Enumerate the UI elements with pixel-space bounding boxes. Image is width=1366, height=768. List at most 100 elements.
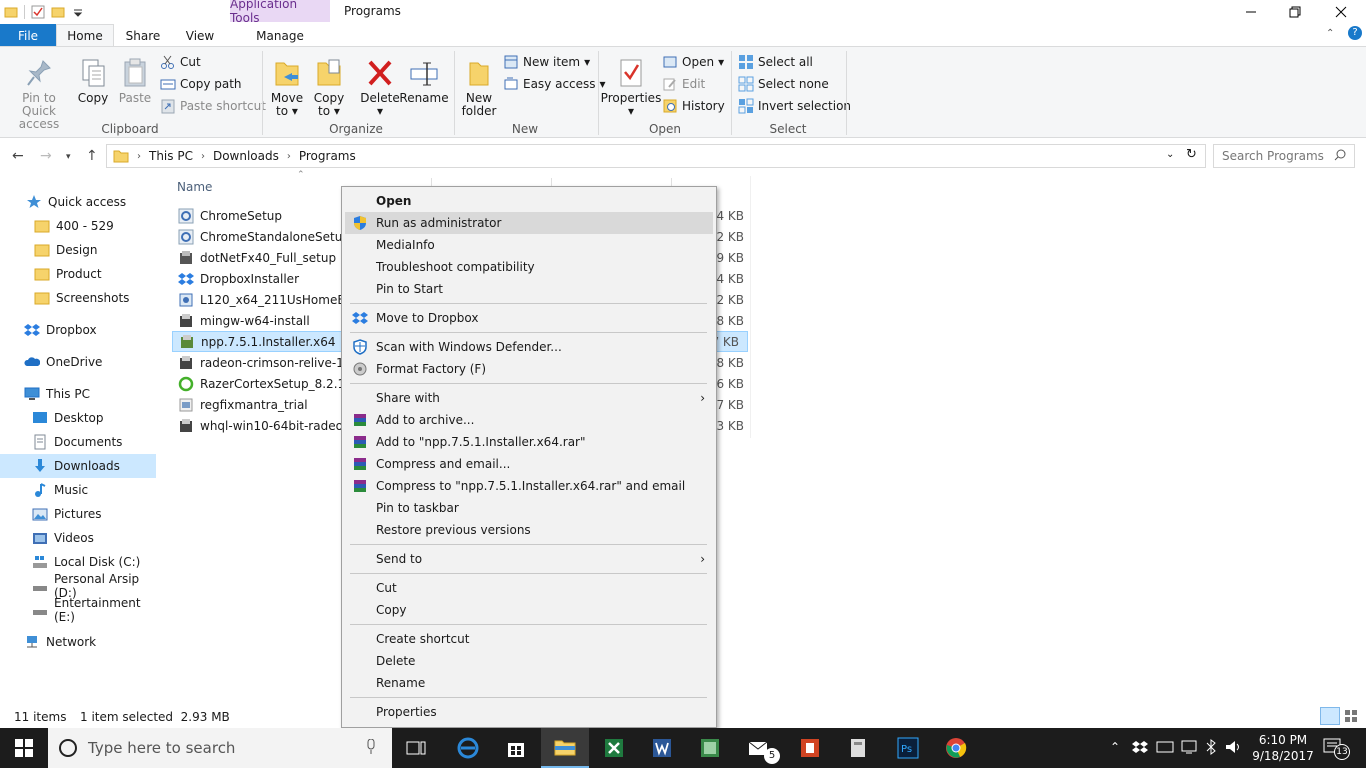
menu-item-troubleshoot-compatibility[interactable]: Troubleshoot compatibility — [345, 256, 713, 278]
open-button[interactable]: Open ▾ — [662, 51, 724, 73]
menu-item-pin-to-start[interactable]: Pin to Start — [345, 278, 713, 300]
properties-icon[interactable] — [31, 5, 45, 19]
action-center-icon[interactable]: 13 — [1322, 736, 1350, 760]
breadcrumb-this-pc[interactable]: This PC — [149, 149, 193, 163]
microphone-icon[interactable] — [366, 739, 376, 755]
nav-folder-400-529[interactable]: 400 - 529 — [0, 214, 156, 238]
menu-item-add-to-rar[interactable]: Add to "npp.7.5.1.Installer.x64.rar" — [345, 431, 713, 453]
column-header-name[interactable]: Name — [177, 180, 212, 194]
menu-item-restore-previous-versions[interactable]: Restore previous versions — [345, 519, 713, 541]
tab-view[interactable]: View — [172, 24, 228, 47]
menu-item-scan-with-defender[interactable]: Scan with Windows Defender... — [345, 336, 713, 358]
edge-browser-icon[interactable] — [444, 728, 492, 768]
new-item-button[interactable]: New item ▾ — [503, 51, 590, 73]
pin-to-quick-access-button[interactable]: Pin to Quick access — [6, 57, 72, 131]
nav-folder-screenshots[interactable]: Screenshots — [0, 286, 156, 310]
copy-to-button[interactable]: Copy to ▾ — [312, 57, 346, 118]
nav-folder-design[interactable]: Design — [0, 238, 156, 262]
menu-item-compress-and-email[interactable]: Compress and email... — [345, 453, 713, 475]
new-folder-button[interactable]: New folder — [460, 57, 498, 118]
menu-item-run-as-administrator[interactable]: Run as administrator — [345, 212, 713, 234]
move-to-button[interactable]: Move to ▾ — [270, 57, 304, 118]
copy-button[interactable]: Copy — [76, 57, 110, 105]
tab-share[interactable]: Share — [114, 24, 172, 47]
nav-quick-access[interactable]: Quick access — [0, 190, 156, 214]
menu-item-pin-to-taskbar[interactable]: Pin to taskbar — [345, 497, 713, 519]
customize-toolbar-icon[interactable] — [71, 5, 85, 19]
forward-arrow-icon[interactable]: → — [40, 148, 52, 164]
new-folder-icon[interactable] — [51, 5, 65, 19]
excel-icon[interactable] — [590, 728, 638, 768]
breadcrumb-programs[interactable]: Programs — [299, 149, 356, 163]
spreadsheet-app-icon[interactable] — [686, 728, 734, 768]
menu-item-delete[interactable]: Delete — [345, 650, 713, 672]
tab-home[interactable]: Home — [56, 24, 114, 47]
powerpoint-icon[interactable] — [786, 728, 834, 768]
history-button[interactable]: History — [662, 95, 725, 117]
address-bar[interactable]: › This PC › Downloads › Programs — [106, 144, 1206, 168]
menu-item-move-to-dropbox[interactable]: Move to Dropbox — [345, 307, 713, 329]
tab-file[interactable]: File — [0, 24, 56, 47]
menu-item-add-to-archive[interactable]: Add to archive... — [345, 409, 713, 431]
store-icon[interactable] — [492, 728, 540, 768]
collapse-ribbon-icon[interactable]: ⌃ — [1326, 28, 1334, 39]
select-none-button[interactable]: Select none — [738, 73, 829, 95]
photoshop-icon[interactable]: Ps — [884, 728, 932, 768]
paste-button[interactable]: Paste — [118, 57, 152, 105]
file-explorer-icon[interactable] — [541, 728, 589, 768]
easy-access-button[interactable]: Easy access ▾ — [503, 73, 606, 95]
tab-manage[interactable]: Manage — [230, 24, 330, 47]
input-method-icon[interactable] — [1156, 739, 1174, 755]
word-icon[interactable] — [638, 728, 686, 768]
back-arrow-icon[interactable]: ← — [12, 148, 24, 164]
menu-item-rename[interactable]: Rename — [345, 672, 713, 694]
copy-path-button[interactable]: Copy path — [160, 73, 242, 95]
mail-icon[interactable]: 5 — [736, 728, 784, 768]
nav-folder-product[interactable]: Product — [0, 262, 156, 286]
show-hidden-icons-icon[interactable]: ⌃ — [1110, 740, 1120, 754]
edit-button[interactable]: Edit — [662, 73, 705, 95]
nav-this-pc[interactable]: This PC — [0, 382, 156, 406]
large-icons-view-icon[interactable] — [1344, 709, 1358, 723]
menu-item-send-to[interactable]: Send to › — [345, 548, 713, 570]
nav-documents[interactable]: Documents — [0, 430, 156, 454]
nav-videos[interactable]: Videos — [0, 526, 156, 550]
menu-item-open[interactable]: Open — [345, 190, 713, 212]
network-tray-icon[interactable] — [1180, 739, 1198, 755]
taskbar-search-input[interactable]: Type here to search — [48, 728, 392, 768]
restore-button[interactable] — [1272, 0, 1318, 24]
windows-start-icon[interactable] — [0, 728, 48, 768]
cut-button[interactable]: Cut — [160, 51, 201, 73]
menu-item-share-with[interactable]: Share with › — [345, 387, 713, 409]
help-icon[interactable]: ? — [1348, 26, 1362, 40]
menu-item-mediainfo[interactable]: MediaInfo — [345, 234, 713, 256]
dropbox-tray-icon[interactable] — [1132, 739, 1148, 755]
menu-item-compress-to-rar-and-email[interactable]: Compress to "npp.7.5.1.Installer.x64.rar… — [345, 475, 713, 497]
refresh-icon[interactable]: ↻ — [1186, 147, 1197, 162]
minimize-button[interactable] — [1228, 0, 1274, 24]
invert-selection-button[interactable]: Invert selection — [738, 95, 851, 117]
nav-local-disk-c[interactable]: Local Disk (C:) — [0, 550, 156, 574]
nav-dropbox[interactable]: Dropbox — [0, 318, 156, 342]
nav-music[interactable]: Music — [0, 478, 156, 502]
breadcrumb-downloads[interactable]: Downloads — [213, 149, 279, 163]
clock[interactable]: 6:10 PM 9/18/2017 — [1248, 732, 1318, 764]
volume-icon[interactable] — [1225, 739, 1243, 755]
chrome-icon[interactable] — [932, 728, 980, 768]
notes-app-icon[interactable] — [834, 728, 882, 768]
rename-button[interactable]: Rename — [399, 57, 449, 105]
nav-personal-arsip-d[interactable]: Personal Arsip (D:) — [0, 572, 156, 600]
nav-onedrive[interactable]: OneDrive — [0, 350, 156, 374]
recent-locations-chevron-icon[interactable]: ▾ — [66, 152, 71, 162]
nav-network[interactable]: Network — [0, 630, 156, 654]
nav-pictures[interactable]: Pictures — [0, 502, 156, 526]
paste-shortcut-button[interactable]: Paste shortcut — [160, 95, 266, 117]
address-dropdown-chevron-icon[interactable]: ⌄ — [1166, 149, 1174, 160]
menu-item-format-factory[interactable]: Format Factory (F) — [345, 358, 713, 380]
task-view-icon[interactable] — [392, 728, 440, 768]
delete-button[interactable]: Delete ▾ — [360, 57, 400, 118]
select-all-button[interactable]: Select all — [738, 51, 813, 73]
bluetooth-icon[interactable] — [1205, 739, 1217, 755]
search-input[interactable]: Search Programs — [1213, 144, 1355, 168]
up-arrow-icon[interactable]: ↑ — [86, 148, 98, 164]
